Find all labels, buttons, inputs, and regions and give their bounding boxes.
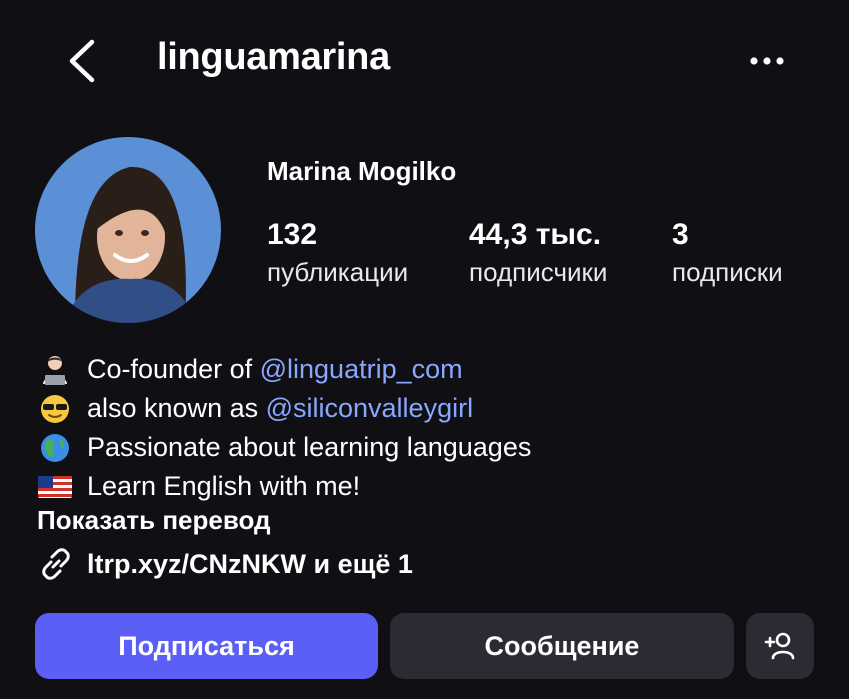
posts-label: публикации: [267, 257, 409, 287]
mention-siliconvalleygirl[interactable]: @siliconvalleygirl: [266, 389, 473, 428]
bio-line-3: Passionate about learning languages: [37, 428, 531, 467]
followers-label: подписчики: [469, 257, 608, 287]
top-bar: linguamarina: [0, 0, 849, 125]
stat-followers[interactable]: 44,3 тыс. подписчики: [469, 218, 607, 292]
stat-posts[interactable]: 132 публикации: [267, 218, 408, 292]
profile-link-text: ltrp.xyz/CNzNKW и ещё 1: [87, 548, 413, 579]
bio-line-3-text: Passionate about learning languages: [87, 432, 532, 462]
bio-line-2-text: also known as: [87, 393, 266, 423]
sunglasses-emoji-icon: [41, 394, 69, 423]
chevron-left-icon[interactable]: [62, 38, 102, 84]
bio-line-4: Learn English with me!: [37, 467, 531, 506]
link-icon: [42, 548, 70, 580]
profile-bio: Co-founder of @linguatrip_com also known…: [37, 350, 531, 506]
technologist-emoji-icon: [43, 355, 67, 385]
posts-count: 132: [267, 218, 318, 251]
add-user-button[interactable]: [746, 613, 814, 679]
bio-line-4-text: Learn English with me!: [87, 471, 361, 501]
following-label: подписки: [672, 257, 783, 287]
profile-link[interactable]: ltrp.xyz/CNzNKW и ещё 1: [37, 545, 413, 583]
mention-linguatrip[interactable]: @linguatrip_com: [260, 350, 463, 389]
stat-following[interactable]: 3 подписки: [672, 218, 783, 292]
show-translation-link[interactable]: Показать перевод: [37, 505, 271, 536]
bio-line-1-text: Co-founder of: [87, 354, 260, 384]
profile-full-name: Marina Mogilko: [267, 156, 457, 186]
avatar-photo: [35, 137, 221, 323]
us-flag-emoji-icon: [38, 475, 72, 498]
bio-line-2: also known as @siliconvalleygirl: [37, 389, 531, 428]
add-user-icon: [764, 632, 795, 660]
profile-username: linguamarina: [157, 36, 390, 78]
follow-button[interactable]: Подписаться: [35, 613, 378, 679]
followers-count: 44,3 тыс.: [469, 218, 602, 251]
following-count: 3: [672, 218, 689, 251]
message-button[interactable]: Сообщение: [390, 613, 734, 679]
more-horizontal-icon[interactable]: [742, 46, 792, 76]
globe-emoji-icon: [41, 433, 69, 462]
avatar[interactable]: [35, 137, 221, 323]
bio-line-1: Co-founder of @linguatrip_com: [37, 350, 531, 389]
